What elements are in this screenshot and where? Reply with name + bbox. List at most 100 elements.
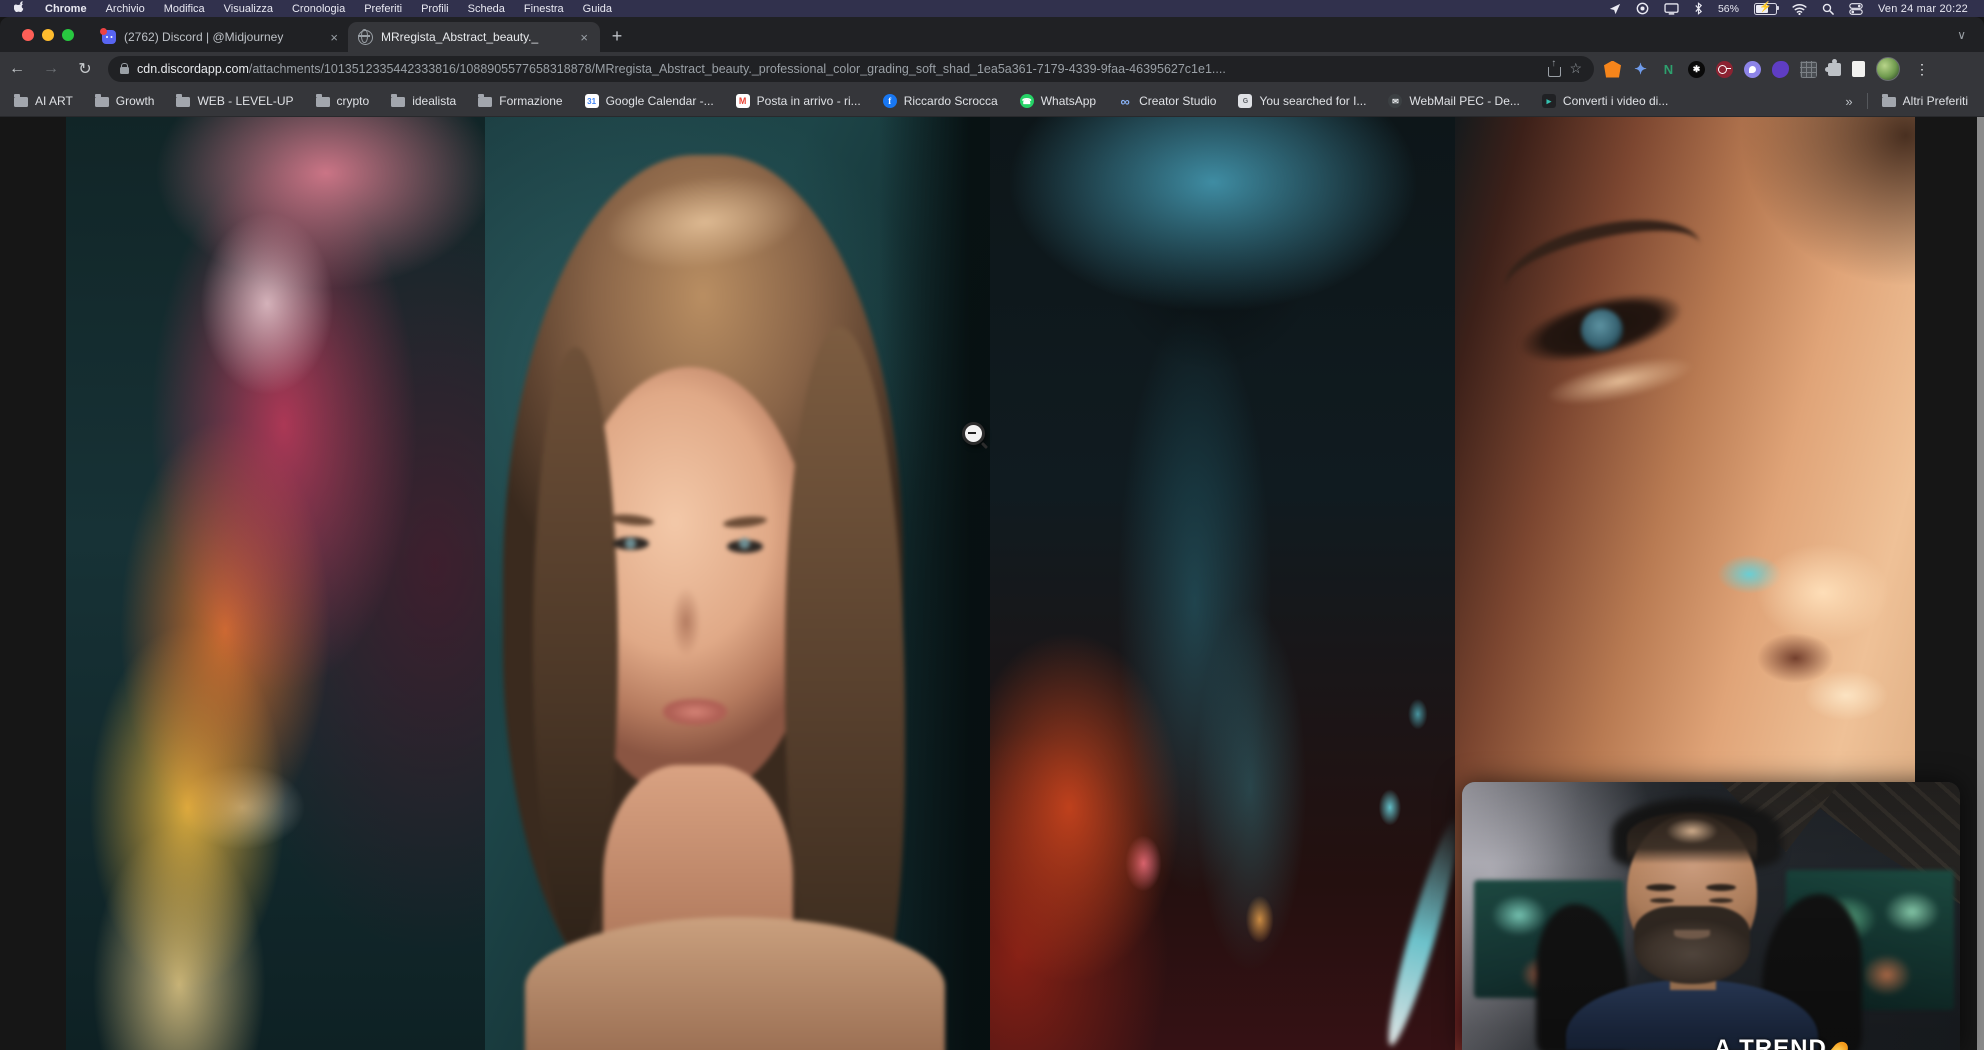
- chrome-tab-strip: (2762) Discord | @Midjourney × MRregista…: [0, 17, 1984, 52]
- woman-portrait: [485, 117, 990, 1050]
- menu-item-finestra[interactable]: Finestra: [524, 3, 564, 15]
- menu-item-cronologia[interactable]: Cronologia: [292, 3, 345, 15]
- bookmark-whatsapp[interactable]: ☎ WhatsApp: [1020, 94, 1096, 108]
- menu-item-modifica[interactable]: Modifica: [164, 3, 205, 15]
- chrome-menu-icon[interactable]: ⋮: [1915, 61, 1929, 78]
- menu-item-preferiti[interactable]: Preferiti: [364, 3, 402, 15]
- tab-search-chevron-icon[interactable]: ∨: [1957, 28, 1966, 42]
- battery-percent-label: 56%: [1718, 3, 1739, 15]
- folder-icon: [1882, 97, 1896, 107]
- grid-extension-icon[interactable]: [1800, 61, 1817, 78]
- menu-item-scheda[interactable]: Scheda: [468, 3, 505, 15]
- share-icon[interactable]: [1548, 67, 1561, 77]
- control-center-icon[interactable]: [1849, 3, 1863, 15]
- display-mirroring-icon[interactable]: [1664, 3, 1679, 15]
- discord-favicon: [102, 30, 116, 44]
- webcam-vignette: [1462, 782, 1960, 1050]
- bookmark-facebook-profile[interactable]: fRiccardo Scrocca: [883, 94, 998, 108]
- back-button[interactable]: ←: [0, 60, 34, 78]
- bookmark-search-result[interactable]: GYou searched for I...: [1238, 94, 1366, 108]
- bookmarks-overflow-chevron[interactable]: »: [1845, 94, 1852, 109]
- folder-icon: [176, 97, 190, 107]
- black-circle-extension-icon[interactable]: ✱: [1688, 61, 1705, 78]
- meta-icon: ∞: [1118, 94, 1132, 108]
- bookmark-label: crypto: [337, 94, 370, 108]
- divider: [1867, 93, 1868, 109]
- bookmark-folder-idealista[interactable]: idealista: [391, 94, 456, 108]
- purple-circle-extension-icon[interactable]: [1744, 61, 1761, 78]
- globe-favicon: [358, 30, 373, 45]
- page-url: cdn.discordapp.com /attachments/10135123…: [137, 62, 1540, 76]
- menu-item-app[interactable]: Chrome: [45, 3, 87, 15]
- menu-item-guida[interactable]: Guida: [583, 3, 612, 15]
- omnibox-address-bar[interactable]: cdn.discordapp.com /attachments/10135123…: [108, 56, 1594, 82]
- bookmark-star-icon[interactable]: ☆: [1569, 60, 1582, 77]
- bookmark-video-converter[interactable]: ▸Converti i video di...: [1542, 94, 1668, 108]
- bookmark-creator-studio[interactable]: ∞ Creator Studio: [1118, 94, 1216, 108]
- page-icon: G: [1238, 94, 1252, 108]
- url-path: /attachments/1013512335442333816/1088905…: [249, 62, 1226, 76]
- close-tab-icon[interactable]: ×: [578, 30, 590, 45]
- menu-item-profili[interactable]: Profili: [421, 3, 449, 15]
- close-window-button[interactable]: [22, 29, 34, 41]
- bookmark-label: Converti i video di...: [1563, 94, 1668, 108]
- blue-star-extension-icon[interactable]: ✦: [1632, 61, 1649, 78]
- lock-icon[interactable]: [120, 67, 129, 74]
- new-tab-button[interactable]: +: [604, 26, 630, 47]
- page-scrollbar[interactable]: [1977, 117, 1984, 1050]
- charging-bolt-icon: ⚡: [1759, 2, 1771, 13]
- zoom-out-cursor: [962, 422, 985, 445]
- tab-title: MRregista_Abstract_beauty._: [381, 30, 570, 44]
- bookmark-label: WebMail PEC - De...: [1409, 94, 1519, 108]
- whatsapp-icon: ☎: [1020, 94, 1034, 108]
- minimize-window-button[interactable]: [42, 29, 54, 41]
- extensions-row: ✦ N ✱ ⋮: [1604, 57, 1929, 81]
- bookmark-label: Riccardo Scrocca: [904, 94, 998, 108]
- close-tab-icon[interactable]: ×: [328, 30, 340, 45]
- menu-item-visualizza[interactable]: Visualizza: [224, 3, 273, 15]
- menu-item-archivio[interactable]: Archivio: [106, 3, 145, 15]
- bookmark-gmail-inbox[interactable]: MPosta in arrivo - ri...: [736, 94, 861, 108]
- bookmark-folder-web-level-up[interactable]: WEB - LEVEL-UP: [176, 94, 293, 108]
- profile-avatar[interactable]: [1876, 57, 1900, 81]
- portrait-panel: [485, 117, 990, 1050]
- bookmark-google-calendar[interactable]: 31Google Calendar -...: [585, 94, 714, 108]
- screen-record-icon[interactable]: [1636, 2, 1649, 15]
- bookmark-webmail-pec[interactable]: ✉ WebMail PEC - De...: [1388, 94, 1519, 108]
- purple-blob-extension-icon[interactable]: [1772, 61, 1789, 78]
- battery-charging-icon: ⚡: [1754, 3, 1777, 15]
- abstract-ribbon-panel: [66, 117, 485, 1050]
- wifi-icon[interactable]: [1792, 3, 1807, 15]
- other-bookmarks-folder[interactable]: Altri Preferiti: [1882, 94, 1968, 108]
- tab-image-active[interactable]: MRregista_Abstract_beauty._ ×: [348, 22, 600, 52]
- folder-icon: [478, 97, 492, 107]
- reload-button[interactable]: ↻: [68, 59, 102, 79]
- extensions-puzzle-icon[interactable]: [1828, 63, 1841, 76]
- bookmark-folder-ai-art[interactable]: AI ART: [14, 94, 73, 108]
- bookmark-label: Growth: [116, 94, 155, 108]
- url-domain: cdn.discordapp.com: [137, 62, 249, 76]
- bookmark-label: Google Calendar -...: [606, 94, 714, 108]
- bookmark-folder-formazione[interactable]: Formazione: [478, 94, 562, 108]
- spotlight-search-icon[interactable]: [1822, 3, 1834, 15]
- location-arrow-icon[interactable]: [1609, 3, 1621, 15]
- bookmark-label: AI ART: [35, 94, 73, 108]
- metamask-extension-icon[interactable]: [1604, 61, 1621, 78]
- bookmark-label: WhatsApp: [1041, 94, 1096, 108]
- chrome-toolbar: ← → ↻ cdn.discordapp.com /attachments/10…: [0, 52, 1984, 86]
- webmail-icon: ✉: [1388, 94, 1402, 108]
- menu-bar-clock[interactable]: Ven 24 mar 20:22: [1878, 3, 1968, 15]
- tab-title: (2762) Discord | @Midjourney: [124, 30, 320, 44]
- bookmark-folder-crypto[interactable]: crypto: [316, 94, 370, 108]
- tab-discord[interactable]: (2762) Discord | @Midjourney ×: [92, 22, 350, 52]
- forward-button[interactable]: →: [34, 60, 68, 78]
- window-controls: [22, 29, 74, 41]
- notes-panel-icon[interactable]: [1852, 61, 1865, 77]
- password-key-extension-icon[interactable]: [1716, 61, 1733, 78]
- bluetooth-icon[interactable]: [1694, 2, 1703, 15]
- notion-extension-icon[interactable]: N: [1660, 61, 1677, 78]
- bookmark-folder-growth[interactable]: Growth: [95, 94, 155, 108]
- bookmark-label: Creator Studio: [1139, 94, 1216, 108]
- fullscreen-window-button[interactable]: [62, 29, 74, 41]
- apple-menu-icon[interactable]: [14, 0, 26, 17]
